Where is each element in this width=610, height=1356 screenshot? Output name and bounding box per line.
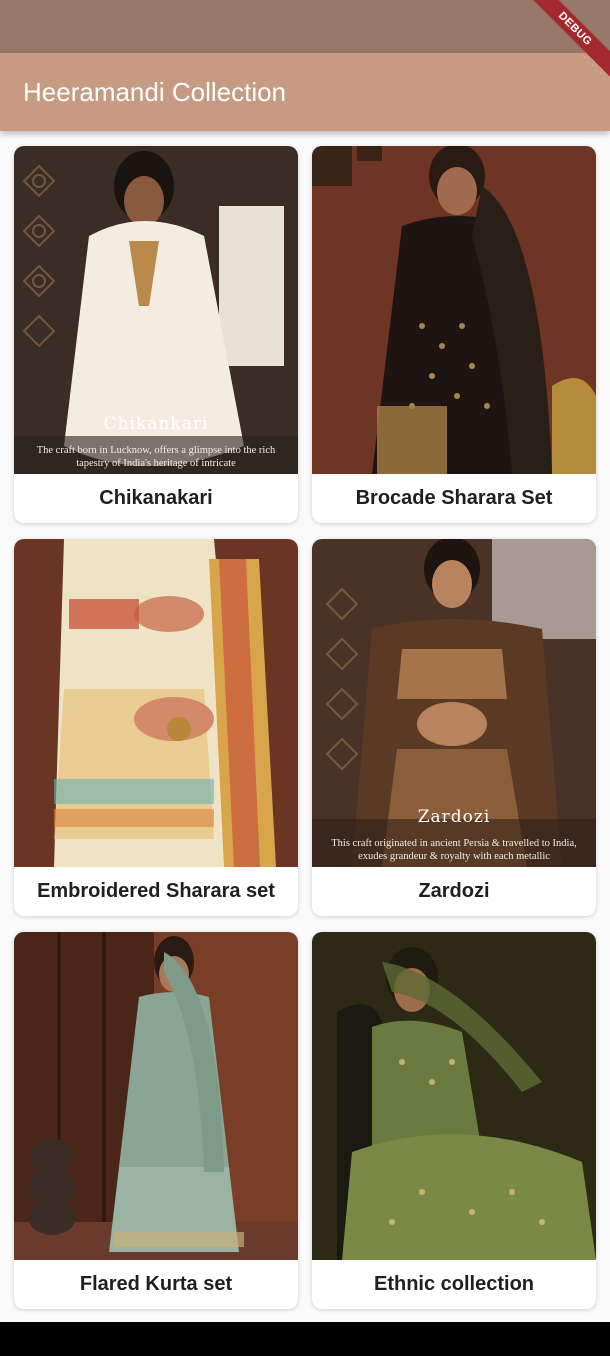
card-image: Chikankari The craft born in Lucknow, of… (14, 146, 298, 474)
card-label: Brocade Sharara Set (355, 487, 553, 509)
collection-card-chikanakari[interactable]: Chikankari The craft born in Lucknow, of… (14, 146, 298, 523)
brocade-sharara-photo (312, 146, 596, 474)
collection-card-zardozi[interactable]: Zardozi This craft originated in ancient… (312, 539, 596, 916)
collection-card-ethnic-collection[interactable]: Ethnic collection (312, 932, 596, 1309)
card-image (14, 539, 298, 867)
ethnic-collection-photo (312, 932, 596, 1260)
page-title: Heeramandi Collection (23, 76, 287, 107)
collection-grid: Chikankari The craft born in Lucknow, of… (14, 146, 596, 1309)
card-label: Flared Kurta set (79, 1273, 233, 1295)
card-overlay-title: Zardozi (417, 807, 491, 827)
card-label: Ethnic collection (373, 1273, 535, 1295)
card-image (312, 932, 596, 1260)
collection-card-embroidered-sharara-set[interactable]: Embroidered Sharara set (14, 539, 298, 916)
card-image: Zardozi This craft originated in ancient… (312, 539, 596, 867)
card-label: Embroidered Sharara set (37, 880, 275, 902)
card-overlay-title: Chikankari (103, 414, 209, 434)
card-image (14, 932, 298, 1260)
status-bar (0, 0, 610, 53)
card-label: Chikanakari (99, 487, 213, 509)
card-label: Zardozi (418, 880, 490, 902)
card-overlay-caption: This craft originated in ancient Persia … (331, 838, 577, 862)
card-image (312, 146, 596, 474)
collection-card-flared-kurta-set[interactable]: Flared Kurta set (14, 932, 298, 1309)
embroidered-sharara-photo (14, 539, 298, 867)
card-overlay-caption: The craft born in Lucknow, offers a glim… (36, 445, 276, 469)
collection-card-brocade-sharara-set[interactable]: Brocade Sharara Set (312, 146, 596, 523)
flared-kurta-photo (14, 932, 298, 1260)
system-navigation-bar (0, 1322, 610, 1356)
app-bar: Heeramandi Collection (0, 53, 610, 131)
